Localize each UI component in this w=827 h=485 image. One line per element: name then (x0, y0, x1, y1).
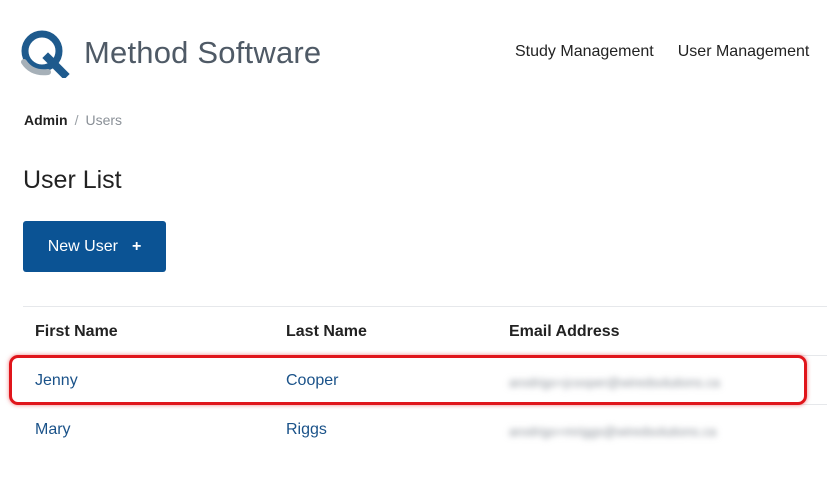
breadcrumb-admin[interactable]: Admin (24, 112, 68, 128)
page-title: User List (23, 166, 122, 194)
email-cell: arodrigo+jcooper@wiredsolutions.ca (509, 375, 720, 390)
last-name-cell[interactable]: Cooper (286, 372, 338, 390)
table-row[interactable]: Mary Riggs arodrigo+mriggs@wiredsolution… (23, 404, 827, 453)
table-header-row: First Name Last Name Email Address (23, 306, 827, 355)
breadcrumb-current: Users (85, 112, 123, 128)
plus-icon: + (131, 237, 142, 255)
table-row[interactable]: Jenny Cooper arodrigo+jcooper@wiredsolut… (23, 355, 827, 404)
brand-name: Method Software (84, 35, 322, 70)
nav-study-management[interactable]: Study Management (515, 43, 654, 61)
breadcrumb: Admin / Users (24, 112, 122, 128)
column-header-first-name[interactable]: First Name (35, 323, 118, 341)
column-header-last-name[interactable]: Last Name (286, 323, 367, 341)
user-table: First Name Last Name Email Address Jenny… (23, 306, 827, 453)
first-name-cell[interactable]: Jenny (35, 372, 78, 390)
email-cell: arodrigo+mriggs@wiredsolutions.ca (509, 424, 717, 439)
last-name-cell[interactable]: Riggs (286, 421, 327, 439)
nav-user-management[interactable]: User Management (678, 43, 810, 61)
app-header: Method Software Study Management User Ma… (0, 0, 827, 100)
main-nav: Study Management User Management (515, 43, 827, 61)
new-user-label: New User (47, 237, 118, 255)
method-logo-icon[interactable] (18, 28, 70, 78)
new-user-button[interactable]: New User + (23, 221, 166, 272)
first-name-cell[interactable]: Mary (35, 421, 71, 439)
column-header-email[interactable]: Email Address (509, 323, 620, 341)
breadcrumb-separator: / (74, 112, 79, 128)
